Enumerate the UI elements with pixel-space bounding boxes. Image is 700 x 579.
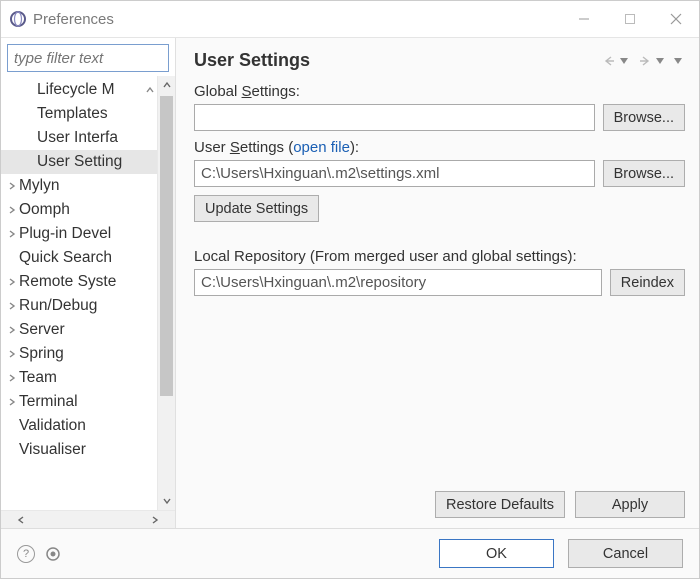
tree-item-label: Terminal [17,393,78,411]
page-title: User Settings [194,50,601,71]
tree-item[interactable]: Run/Debug [1,294,157,318]
help-icon[interactable]: ? [17,545,35,563]
tree-item-label: Remote Syste [17,273,116,291]
tree-item[interactable]: Remote Syste [1,270,157,294]
settings-panel: User Settings Global Settings: [176,38,699,528]
preference-tree[interactable]: Lifecycle M Templates User Interfa User Set… [1,76,157,510]
tree-item-label: Server [17,321,65,339]
expand-icon[interactable] [1,349,17,359]
expand-icon[interactable] [1,301,17,311]
tree-item[interactable]: Team [1,366,157,390]
restore-defaults-button[interactable]: Restore Defaults [435,491,565,518]
scroll-down-icon[interactable] [158,492,175,510]
tree-item-label: Run/Debug [17,297,97,315]
tree-item[interactable]: Quick Search [1,246,157,270]
tree-item[interactable]: Server [1,318,157,342]
tree-vertical-scrollbar[interactable] [157,76,175,510]
update-settings-button[interactable]: Update Settings [194,195,319,222]
body: Lifecycle M Templates User Interfa User Set… [1,37,699,528]
scroll-left-icon[interactable] [1,511,41,529]
import-export-icon[interactable] [45,546,61,562]
tree-item-label: Validation [17,417,86,435]
tree-item-label: Quick Search [17,249,112,267]
user-settings-input[interactable] [194,160,595,187]
page-content: Global Settings: Browse... User Settings… [176,79,699,483]
tree-item-label: Templates [1,105,108,123]
scroll-thumb[interactable] [160,96,173,396]
tree-item[interactable]: Spring [1,342,157,366]
apply-button[interactable]: Apply [575,491,685,518]
global-settings-label: Global Settings: [194,83,685,100]
tree-item[interactable]: Lifecycle M [1,78,157,102]
tree-container: Lifecycle M Templates User Interfa User Set… [1,76,175,510]
browse-global-button[interactable]: Browse... [603,104,685,131]
scroll-up-icon[interactable] [158,76,175,94]
global-settings-input[interactable] [194,104,595,131]
tree-item[interactable]: Visualiser [1,438,157,462]
tree-item-label: Mylyn [17,177,59,195]
eclipse-icon [9,10,27,28]
open-file-link[interactable]: open file [293,139,350,156]
tree-item-label: Plug-in Devel [17,225,111,243]
browse-user-button[interactable]: Browse... [603,160,685,187]
expand-icon[interactable] [1,205,17,215]
reindex-button[interactable]: Reindex [610,269,685,296]
tree-item-label: Lifecycle M [1,81,115,99]
titlebar: Preferences [1,1,699,37]
page-actions: Restore Defaults Apply [176,483,699,528]
tree-item[interactable]: Templates [1,102,157,126]
expand-icon[interactable] [1,373,17,383]
user-settings-label: User Settings (open file): [194,139,685,156]
tree-item-label: Visualiser [17,441,86,459]
filter-input[interactable] [7,44,169,72]
back-menu-icon[interactable] [619,57,629,65]
tree-item[interactable]: Validation [1,414,157,438]
maximize-button[interactable] [607,1,653,37]
tree-item[interactable]: Oomph [1,198,157,222]
page-toolbar [601,55,683,67]
expand-icon[interactable] [1,325,17,335]
expand-icon[interactable] [1,397,17,407]
tree-item[interactable]: Terminal [1,390,157,414]
expand-icon[interactable] [1,229,17,239]
tree-item-label: Spring [17,345,64,363]
tree-item-label: Team [17,369,57,387]
scroll-right-icon[interactable] [135,511,175,529]
tree-item[interactable]: Mylyn [1,174,157,198]
cancel-button[interactable]: Cancel [568,539,683,568]
tree-item[interactable]: Plug-in Devel [1,222,157,246]
local-repository-label: Local Repository (From merged user and g… [194,248,685,265]
tree-item-label: Oomph [17,201,70,219]
forward-menu-icon[interactable] [655,57,665,65]
forward-icon[interactable] [637,55,653,67]
tree-horizontal-scrollbar[interactable] [1,510,175,528]
expand-icon[interactable] [1,277,17,287]
expand-icon[interactable] [1,181,17,191]
view-menu-icon[interactable] [673,57,683,65]
local-repository-input[interactable] [194,269,602,296]
overflow-up-icon [145,85,157,95]
tree-item[interactable]: User Interfa [1,126,157,150]
minimize-button[interactable] [561,1,607,37]
dialog-footer: ? OK Cancel [1,528,699,578]
ok-button[interactable]: OK [439,539,554,568]
sidebar: Lifecycle M Templates User Interfa User Set… [1,38,176,528]
preferences-window: Preferences Lifecycle M Templates User Int… [0,0,700,579]
close-button[interactable] [653,1,699,37]
tree-item-label: User Interfa [1,129,118,147]
back-icon[interactable] [601,55,617,67]
tree-item-label: User Setting [1,153,122,171]
page-header: User Settings [176,38,699,79]
tree-item[interactable]: User Setting [1,150,157,174]
window-title: Preferences [33,11,114,28]
